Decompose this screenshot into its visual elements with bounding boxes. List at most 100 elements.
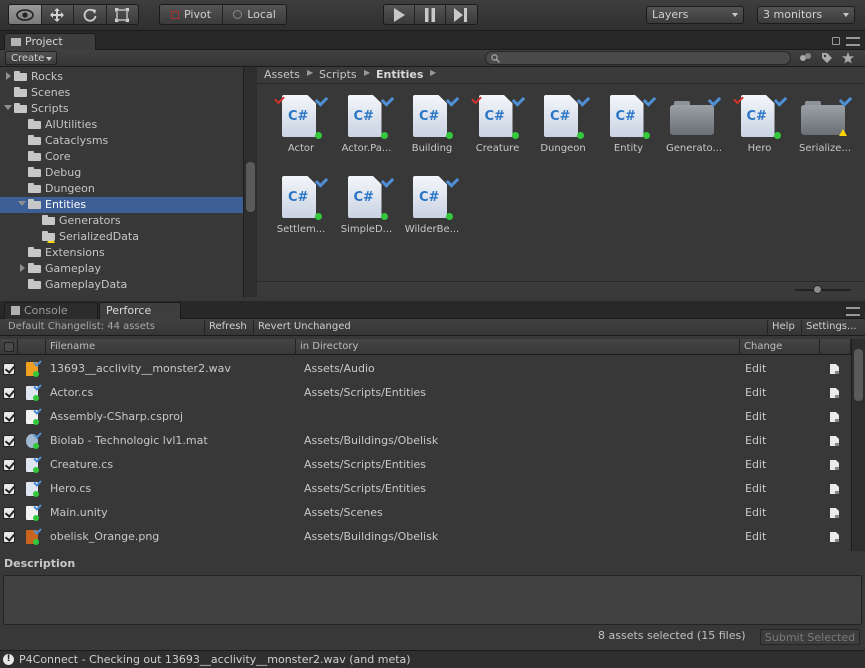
submit-selected-button[interactable]: Submit Selected	[760, 629, 860, 645]
layout-dropdown[interactable]: 3 monitors	[757, 6, 855, 24]
tree-folder-core[interactable]: Core	[0, 149, 243, 165]
tree-folder-label: Scenes	[31, 86, 71, 99]
local-toggle[interactable]: Local	[223, 5, 286, 24]
table-row[interactable]: Biolab - Technologic lvl1.mat Assets/Buil…	[0, 429, 851, 453]
tree-folder-generators[interactable]: Generators	[0, 213, 243, 229]
step-button[interactable]	[446, 5, 477, 24]
tab-project[interactable]: Project	[4, 33, 96, 50]
tree-folder-cataclysms[interactable]: Cataclysms	[0, 133, 243, 149]
asset-script-tile[interactable]: C# Actor	[269, 91, 333, 163]
breadcrumb-item-scripts[interactable]: Scripts	[319, 68, 357, 81]
panel-menu-icon[interactable]	[846, 307, 860, 316]
row-checkbox[interactable]	[3, 531, 15, 543]
zoom-slider-handle[interactable]	[813, 285, 822, 294]
tree-scrollbar-thumb[interactable]	[246, 162, 255, 212]
directory-column-header[interactable]: in Directory	[296, 339, 740, 355]
revert-unchanged-button[interactable]: Revert Unchanged	[253, 320, 355, 334]
label-tag-icon[interactable]	[821, 52, 833, 64]
panel-menu-icon[interactable]	[846, 37, 860, 46]
asset-script-tile[interactable]: C# Hero	[728, 91, 792, 163]
tree-folder-gameplaydata[interactable]: GameplayData	[0, 277, 243, 293]
view-tool-button[interactable]	[9, 5, 42, 24]
tree-folder-rocks[interactable]: Rocks	[0, 69, 243, 85]
folder-icon	[42, 215, 55, 225]
description-textarea[interactable]	[3, 575, 862, 625]
tree-folder-scenes[interactable]: Scenes	[0, 85, 243, 101]
row-checkbox[interactable]	[3, 459, 15, 471]
table-row[interactable]: Hero.cs Assets/Scripts/Entities Edit	[0, 477, 851, 501]
pause-button[interactable]	[415, 5, 446, 24]
change-column-header[interactable]: Change	[740, 339, 820, 355]
chevron-down-icon	[843, 13, 849, 17]
changelist-scrollbar-thumb[interactable]	[854, 349, 863, 401]
checked-out-icon	[314, 174, 329, 188]
expand-arrow-icon[interactable]	[4, 71, 14, 81]
tree-folder-gameplay[interactable]: Gameplay	[0, 261, 243, 277]
table-row[interactable]: Assembly-CSharp.csproj Edit	[0, 405, 851, 429]
tab-perforce-label: Perforce	[106, 304, 152, 317]
doc-icon	[24, 406, 42, 425]
folder-icon	[14, 87, 27, 97]
tree-scrollbar[interactable]	[243, 67, 257, 297]
settings-button[interactable]: Settings...	[801, 320, 861, 334]
layers-dropdown[interactable]: Layers	[646, 6, 744, 24]
collapse-arrow-icon[interactable]	[4, 103, 14, 113]
asset-script-tile[interactable]: C# SimpleD...	[335, 172, 399, 244]
tab-console[interactable]: Console	[4, 302, 98, 319]
asset-script-tile[interactable]: C# Creature	[466, 91, 530, 163]
asset-script-tile[interactable]: C# Settlem...	[269, 172, 333, 244]
favorite-star-icon[interactable]	[842, 52, 854, 64]
move-tool-button[interactable]	[42, 5, 74, 24]
table-row[interactable]: Actor.cs Assets/Scripts/Entities Edit	[0, 381, 851, 405]
tree-folder-serializeddata[interactable]: SerializedData	[0, 229, 243, 245]
changelist-scrollbar[interactable]	[851, 339, 865, 551]
table-row[interactable]: 13693__acclivity__monster2.wav Assets/Aud…	[0, 357, 851, 381]
row-checkbox[interactable]	[3, 387, 15, 399]
search-input[interactable]	[485, 51, 791, 65]
filename-column-header[interactable]: Filename	[46, 339, 296, 355]
lock-icon[interactable]	[832, 37, 840, 45]
create-dropdown[interactable]: Create	[5, 51, 57, 65]
folder-icon	[14, 71, 27, 81]
filter-type-icon[interactable]	[799, 52, 812, 64]
select-all-column[interactable]	[0, 339, 18, 355]
asset-script-tile[interactable]: C# Actor.Pa...	[335, 91, 399, 163]
tree-folder-scripts[interactable]: Scripts	[0, 101, 243, 117]
select-all-checkbox[interactable]	[4, 342, 14, 352]
zoom-slider[interactable]	[795, 289, 851, 291]
scale-tool-button[interactable]	[107, 5, 139, 24]
refresh-button[interactable]: Refresh	[204, 320, 251, 334]
asset-script-tile[interactable]: C# Building	[400, 91, 464, 163]
tree-folder-entities[interactable]: Entities	[0, 197, 243, 213]
collapse-arrow-icon[interactable]	[18, 199, 28, 209]
asset-label: Entity	[613, 143, 644, 154]
tree-folder-aiutilities[interactable]: AIUtilities	[0, 117, 243, 133]
tree-folder-label: Cataclysms	[45, 134, 109, 147]
breadcrumb-item-entities[interactable]: Entities	[376, 68, 423, 81]
asset-script-tile[interactable]: C# Dungeon	[531, 91, 595, 163]
row-checkbox[interactable]	[3, 411, 15, 423]
tree-folder-debug[interactable]: Debug	[0, 165, 243, 181]
asset-folder-tile[interactable]: Serialize...	[793, 91, 857, 163]
breadcrumb-item-assets[interactable]: Assets	[264, 68, 300, 81]
asset-script-tile[interactable]: C# WilderBe...	[400, 172, 464, 244]
tab-perforce[interactable]: Perforce	[99, 302, 181, 319]
asset-script-tile[interactable]: C# Entity	[597, 91, 661, 163]
tree-folder-label: Generators	[59, 214, 121, 227]
row-checkbox[interactable]	[3, 483, 15, 495]
pivot-toggle[interactable]: Pivot	[160, 5, 224, 24]
play-button[interactable]	[384, 5, 416, 24]
tree-folder-extensions[interactable]: Extensions	[0, 245, 243, 261]
table-row[interactable]: obelisk_Orange.png Assets/Buildings/Obeli…	[0, 525, 851, 549]
changelist-table-header: Filename in Directory Change	[0, 339, 851, 356]
asset-folder-tile[interactable]: Generato...	[662, 91, 726, 163]
table-row[interactable]: Main.unity Assets/Scenes Edit	[0, 501, 851, 525]
row-checkbox[interactable]	[3, 363, 15, 375]
help-button[interactable]: Help	[767, 320, 799, 334]
expand-arrow-icon[interactable]	[18, 263, 28, 273]
rotate-tool-button[interactable]	[74, 5, 107, 24]
row-checkbox[interactable]	[3, 435, 15, 447]
table-row[interactable]: Creature.cs Assets/Scripts/Entities Edit	[0, 453, 851, 477]
tree-folder-dungeon[interactable]: Dungeon	[0, 181, 243, 197]
row-checkbox[interactable]	[3, 507, 15, 519]
